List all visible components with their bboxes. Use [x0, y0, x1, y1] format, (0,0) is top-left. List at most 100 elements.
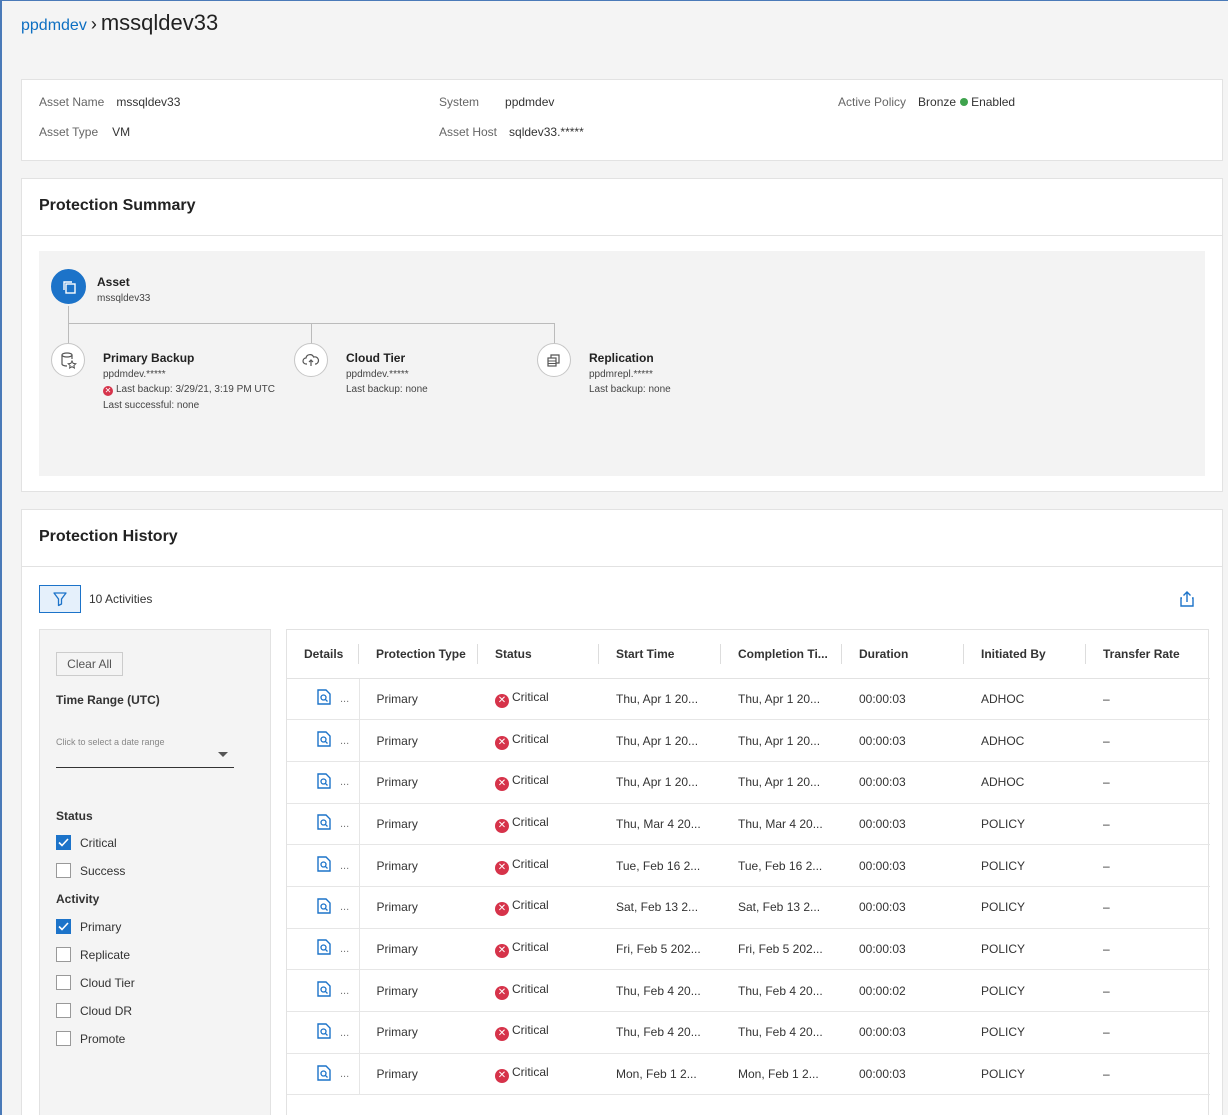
details-cell: ... [287, 1011, 360, 1054]
checkbox[interactable] [56, 975, 71, 990]
primary-backup-last-backup: ✕ Last backup: 3/29/21, 3:19 PM UTC [103, 384, 275, 396]
table-row[interactable]: ... Primary ✕ Critical Thu, Apr 1 20... Thu, … [287, 719, 1210, 762]
column-header-initiated-by[interactable]: Initiated By [964, 630, 1086, 679]
table-row[interactable]: ... Primary ✕ Critical Thu, Apr 1 20... Thu, … [287, 678, 1210, 721]
critical-icon: ✕ [495, 1027, 509, 1042]
asset-name-field: Asset Name mssqldev33 [39, 95, 180, 109]
activity-count: 10 Activities [89, 592, 153, 606]
status-cell: ✕ Critical [478, 803, 599, 846]
more-actions-button[interactable]: ... [340, 985, 349, 997]
status-cell: ✕ Critical [478, 928, 599, 971]
view-details-icon[interactable] [317, 814, 331, 833]
status-text: Critical [512, 814, 549, 829]
duration-cell: 00:00:03 [842, 844, 964, 887]
status-cell: ✕ Critical [478, 1011, 599, 1054]
status-cell: ✕ Critical [478, 844, 599, 887]
details-cell: ... [287, 803, 360, 846]
more-actions-button[interactable]: ... [340, 1068, 349, 1080]
view-details-icon[interactable] [317, 1064, 331, 1084]
table-row[interactable]: ... Primary ✕ Critical Sat, Feb 13 2... Sat, … [287, 886, 1210, 929]
duration-cell: 00:00:03 [842, 803, 964, 846]
tree-connector [554, 323, 555, 344]
more-actions-button[interactable]: ... [340, 860, 349, 872]
critical-icon: ✕ [495, 943, 509, 958]
activity-filter-primary[interactable]: Primary [56, 919, 121, 934]
asset-copy-icon [51, 269, 86, 304]
protection-summary-diagram: Asset mssqldev33 Primary Backup ppdmdev.… [39, 251, 1205, 476]
table-row[interactable]: ... Primary ✕ Critical Thu, Feb 4 20... Thu, … [287, 969, 1210, 1012]
date-range-select[interactable]: Click to select a date range [56, 730, 234, 768]
details-cell: ... [287, 1053, 360, 1096]
status-text: Critical [512, 856, 549, 871]
checkbox-checked[interactable] [56, 835, 71, 850]
activity-filter-label: Activity [56, 892, 100, 906]
column-header-details[interactable]: Details [287, 630, 359, 679]
cloud-tier-target: ppdmdev.***** [346, 369, 409, 380]
critical-icon: ✕ [495, 985, 509, 1000]
view-details-icon[interactable] [317, 898, 331, 917]
activity-filter-cloud-tier[interactable]: Cloud Tier [56, 975, 135, 990]
completion-time-cell: Thu, Apr 1 20... [721, 761, 842, 804]
asset-type-field: Asset Type VM [39, 125, 130, 139]
start-time-cell: Thu, Apr 1 20... [599, 761, 721, 804]
checkbox-label: Critical [80, 835, 117, 850]
duration-cell: 00:00:03 [842, 1053, 964, 1096]
more-actions-button[interactable]: ... [340, 901, 349, 913]
cloud-tier-title: Cloud Tier [346, 351, 406, 365]
view-details-icon[interactable] [317, 1023, 331, 1042]
table-row[interactable]: ... Primary ✕ Critical Thu, Apr 1 20... Thu, … [287, 761, 1210, 804]
start-time-cell: Fri, Feb 5 202... [599, 928, 721, 971]
more-actions-button[interactable]: ... [340, 735, 349, 747]
more-actions-button[interactable]: ... [340, 1027, 349, 1039]
table-row[interactable]: ... Primary ✕ Critical Mon, Feb 1 2... Mon, F… [287, 1053, 1210, 1096]
more-actions-button[interactable]: ... [340, 776, 349, 788]
status-filter-success[interactable]: Success [56, 863, 125, 878]
transfer-rate-cell: – [1086, 1011, 1210, 1054]
table-row[interactable]: ... Primary ✕ Critical Thu, Feb 4 20... Thu, … [287, 1011, 1210, 1054]
view-details-icon[interactable] [317, 939, 331, 958]
view-details-icon[interactable] [317, 773, 331, 792]
column-header-completion-time[interactable]: Completion Ti... [721, 630, 842, 679]
column-header-transfer-rate[interactable]: Transfer Rate [1086, 630, 1210, 679]
initiated-by-cell: POLICY [964, 1011, 1086, 1054]
more-actions-button[interactable]: ... [340, 693, 349, 705]
database-star-icon [51, 343, 85, 377]
view-details-icon[interactable] [317, 856, 331, 875]
view-details-icon[interactable] [317, 731, 331, 750]
transfer-rate-cell: – [1086, 678, 1210, 721]
status-filter-critical[interactable]: Critical [56, 835, 117, 850]
activity-filter-cloud-dr[interactable]: Cloud DR [56, 1003, 132, 1018]
table-row[interactable]: ... Primary ✕ Critical Thu, Mar 4 20... Thu, … [287, 803, 1210, 846]
activity-filter-replicate[interactable]: Replicate [56, 947, 130, 962]
view-details-icon[interactable] [317, 689, 331, 708]
filter-toggle-button[interactable] [39, 585, 81, 613]
checkbox[interactable] [56, 863, 71, 878]
breadcrumb-parent-link[interactable]: ppdmdev [21, 17, 87, 34]
clear-all-button[interactable]: Clear All [56, 652, 123, 676]
chevron-down-icon [218, 752, 228, 757]
breadcrumb-separator: › [90, 14, 97, 34]
checkbox[interactable] [56, 947, 71, 962]
cloud-tier-last-backup: Last backup: none [346, 384, 428, 395]
more-actions-button[interactable]: ... [340, 818, 349, 830]
table-row[interactable]: ... Primary ✕ Critical Tue, Feb 16 2... Tue, … [287, 844, 1210, 887]
status-text: Critical [512, 1023, 549, 1038]
checkbox-label: Primary [80, 919, 122, 934]
initiated-by-cell: ADHOC [964, 719, 1086, 762]
status-text: Critical [512, 773, 549, 788]
column-header-duration[interactable]: Duration [842, 630, 964, 679]
view-details-icon[interactable] [317, 981, 331, 1000]
checkbox[interactable] [56, 1031, 71, 1046]
checkbox[interactable] [56, 1003, 71, 1018]
details-cell: ... [287, 969, 360, 1012]
column-header-status[interactable]: Status [478, 630, 599, 679]
checkbox-label: Replicate [80, 947, 131, 962]
activity-filter-promote[interactable]: Promote [56, 1031, 125, 1046]
table-row[interactable]: ... Primary ✕ Critical Fri, Feb 5 202... Fri,… [287, 928, 1210, 971]
export-icon[interactable] [1179, 590, 1195, 611]
column-header-start-time[interactable]: Start Time [599, 630, 721, 679]
column-header-protection-type[interactable]: Protection Type [359, 630, 478, 679]
checkbox-checked[interactable] [56, 919, 71, 934]
protection-type-cell: Primary [359, 678, 478, 721]
more-actions-button[interactable]: ... [340, 943, 349, 955]
